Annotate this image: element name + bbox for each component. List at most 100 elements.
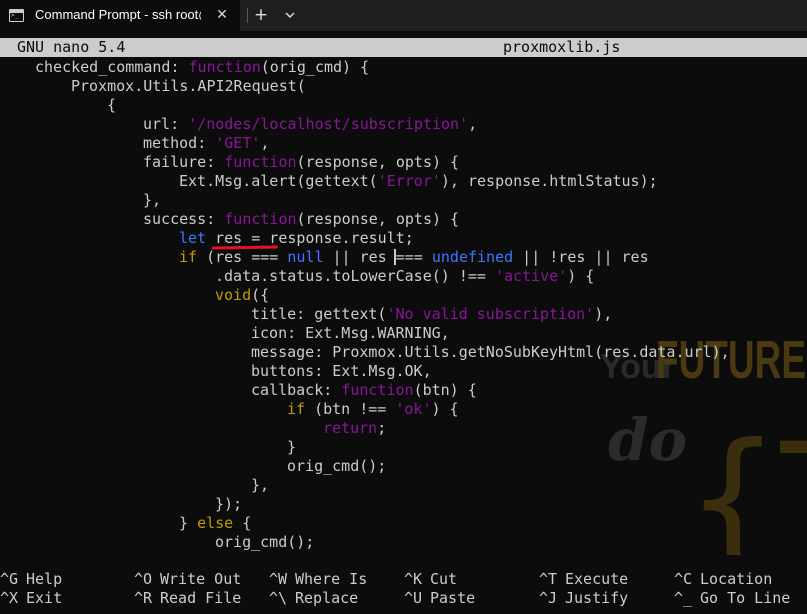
- code-token: null: [287, 248, 324, 266]
- code-line: let res = response.result;: [179, 229, 414, 248]
- code-token: (response, opts) {: [296, 153, 460, 171]
- code-token: ;: [377, 419, 387, 437]
- code-token: buttons: [251, 362, 315, 380]
- code-token: : Ext.Msg.OK,: [314, 362, 432, 380]
- code-token: 'GET': [215, 134, 261, 152]
- shortcut-key[interactable]: ^G: [0, 570, 18, 589]
- code-line: if (res === null || res === undefined ||…: [179, 248, 649, 267]
- code-line: checked_command: function(orig_cmd) {: [35, 58, 369, 77]
- shortcut-label[interactable]: Justify: [565, 589, 628, 608]
- code-line: }: [287, 438, 296, 457]
- shortcut-label[interactable]: Go To Line: [700, 589, 790, 608]
- shortcut-label[interactable]: Exit: [26, 589, 62, 608]
- code-token: (orig_cmd) {: [260, 58, 370, 76]
- code-token: function: [341, 381, 414, 399]
- code-token: (res ===: [197, 248, 288, 266]
- shortcut-label[interactable]: Read File: [160, 589, 241, 608]
- code-token: void: [215, 286, 252, 304]
- code-token: ) {: [567, 267, 595, 285]
- code-token: function: [224, 210, 297, 228]
- text-cursor: [394, 249, 396, 265]
- code-token: function: [188, 58, 261, 76]
- code-token: Proxmox.Utils.API2Request(: [71, 77, 306, 95]
- code-token: :: [197, 134, 216, 152]
- code-token: {: [233, 514, 252, 532]
- code-token: ), response.htmlStatus);: [440, 172, 658, 190]
- code-line: success: function(response, opts) {: [143, 210, 459, 229]
- code-line: message: Proxmox.Utils.getNoSubKeyHtml(r…: [251, 343, 730, 362]
- code-token: :: [323, 381, 342, 399]
- shortcut-label[interactable]: Cut: [430, 570, 457, 589]
- code-token: '/nodes/localhost/subscription': [188, 115, 469, 133]
- shortcut-label[interactable]: Location: [700, 570, 772, 589]
- code-token: url: [143, 115, 171, 133]
- shortcut-key[interactable]: ^T: [539, 570, 557, 589]
- shortcut-key[interactable]: ^_: [674, 589, 692, 608]
- code-line: orig_cmd();: [287, 457, 386, 476]
- shortcut-key[interactable]: ^W: [269, 570, 287, 589]
- code-token: {: [107, 96, 117, 114]
- code-token: 'active': [494, 267, 568, 285]
- code-token: 'No valid subscription': [386, 305, 595, 323]
- code-line: Ext.Msg.alert(gettext('Error'), response…: [179, 172, 658, 191]
- code-token: },: [143, 191, 162, 209]
- new-tab-button[interactable]: +: [250, 4, 272, 26]
- code-token: : Ext.Msg.WARNING,: [287, 324, 450, 342]
- close-tab-icon[interactable]: ✕: [213, 5, 231, 25]
- code-token: },: [251, 476, 270, 494]
- code-token: if: [179, 248, 198, 266]
- code-token: }: [179, 514, 198, 532]
- code-line: method: 'GET',: [143, 134, 269, 153]
- shortcut-bar: ^G Help ^X Exit ^O Write Out ^R Read File ^W Wher…: [0, 570, 807, 610]
- shortcut-label[interactable]: Paste: [430, 589, 475, 608]
- code-token: res = response.result;: [206, 229, 414, 247]
- code-editor[interactable]: checked_command: function(orig_cmd) {Pro…: [0, 57, 807, 555]
- shortcut-label[interactable]: Where Is: [295, 570, 367, 589]
- chevron-down-icon[interactable]: [279, 4, 301, 26]
- shortcut-key[interactable]: ^\: [269, 589, 287, 608]
- shortcut-key[interactable]: ^X: [0, 589, 18, 608]
- code-token: checked_command: [35, 58, 171, 76]
- code-line: {: [107, 96, 116, 115]
- nano-title-bar: GNU nano 5.4 proxmoxlib.js: [0, 38, 807, 57]
- code-token: message: [251, 343, 315, 361]
- tab-command-prompt[interactable]: Command Prompt - ssh root@ ✕: [0, 0, 240, 31]
- code-line: },: [143, 191, 161, 210]
- shortcut-label[interactable]: Write Out: [160, 570, 241, 589]
- code-token: ),: [594, 305, 613, 323]
- file-name: proxmoxlib.js: [503, 38, 621, 56]
- shortcut-key[interactable]: ^R: [134, 589, 152, 608]
- code-token: || res ===: [323, 248, 432, 266]
- code-token: let: [179, 229, 207, 247]
- title-bar: Command Prompt - ssh root@ ✕ +: [0, 0, 807, 31]
- code-token: else: [197, 514, 234, 532]
- code-token: method: [143, 134, 198, 152]
- code-token: ,: [468, 115, 478, 133]
- code-token: 'Error': [377, 172, 441, 190]
- code-token: function: [224, 153, 297, 171]
- shortcut-key[interactable]: ^J: [539, 589, 557, 608]
- code-token: .data.status.toLowerCase() !==: [215, 267, 495, 285]
- code-line: failure: function(response, opts) {: [143, 153, 459, 172]
- code-line: Proxmox.Utils.API2Request(: [71, 77, 306, 96]
- shortcut-key[interactable]: ^K: [404, 570, 422, 589]
- code-token: || !res || res: [513, 248, 649, 266]
- code-token: return: [323, 419, 378, 437]
- code-token: orig_cmd();: [215, 533, 315, 551]
- shortcut-key[interactable]: ^O: [134, 570, 152, 589]
- code-token: : Proxmox.Utils.getNoSubKeyHtml(res.data…: [314, 343, 730, 361]
- shortcut-label[interactable]: Replace: [295, 589, 358, 608]
- shortcut-label[interactable]: Help: [26, 570, 62, 589]
- shortcut-key[interactable]: ^C: [674, 570, 692, 589]
- tab-title: Command Prompt - ssh root@: [35, 7, 201, 22]
- code-line: icon: Ext.Msg.WARNING,: [251, 324, 450, 343]
- code-token: (btn) {: [413, 381, 477, 399]
- code-line: orig_cmd();: [215, 533, 314, 552]
- code-token: :: [206, 210, 225, 228]
- shortcut-key[interactable]: ^U: [404, 589, 422, 608]
- shortcut-label[interactable]: Execute: [565, 570, 628, 589]
- code-line: .data.status.toLowerCase() !== 'active')…: [215, 267, 594, 286]
- code-token: :: [170, 58, 189, 76]
- terminal-icon: [9, 9, 24, 22]
- code-line: });: [215, 495, 242, 514]
